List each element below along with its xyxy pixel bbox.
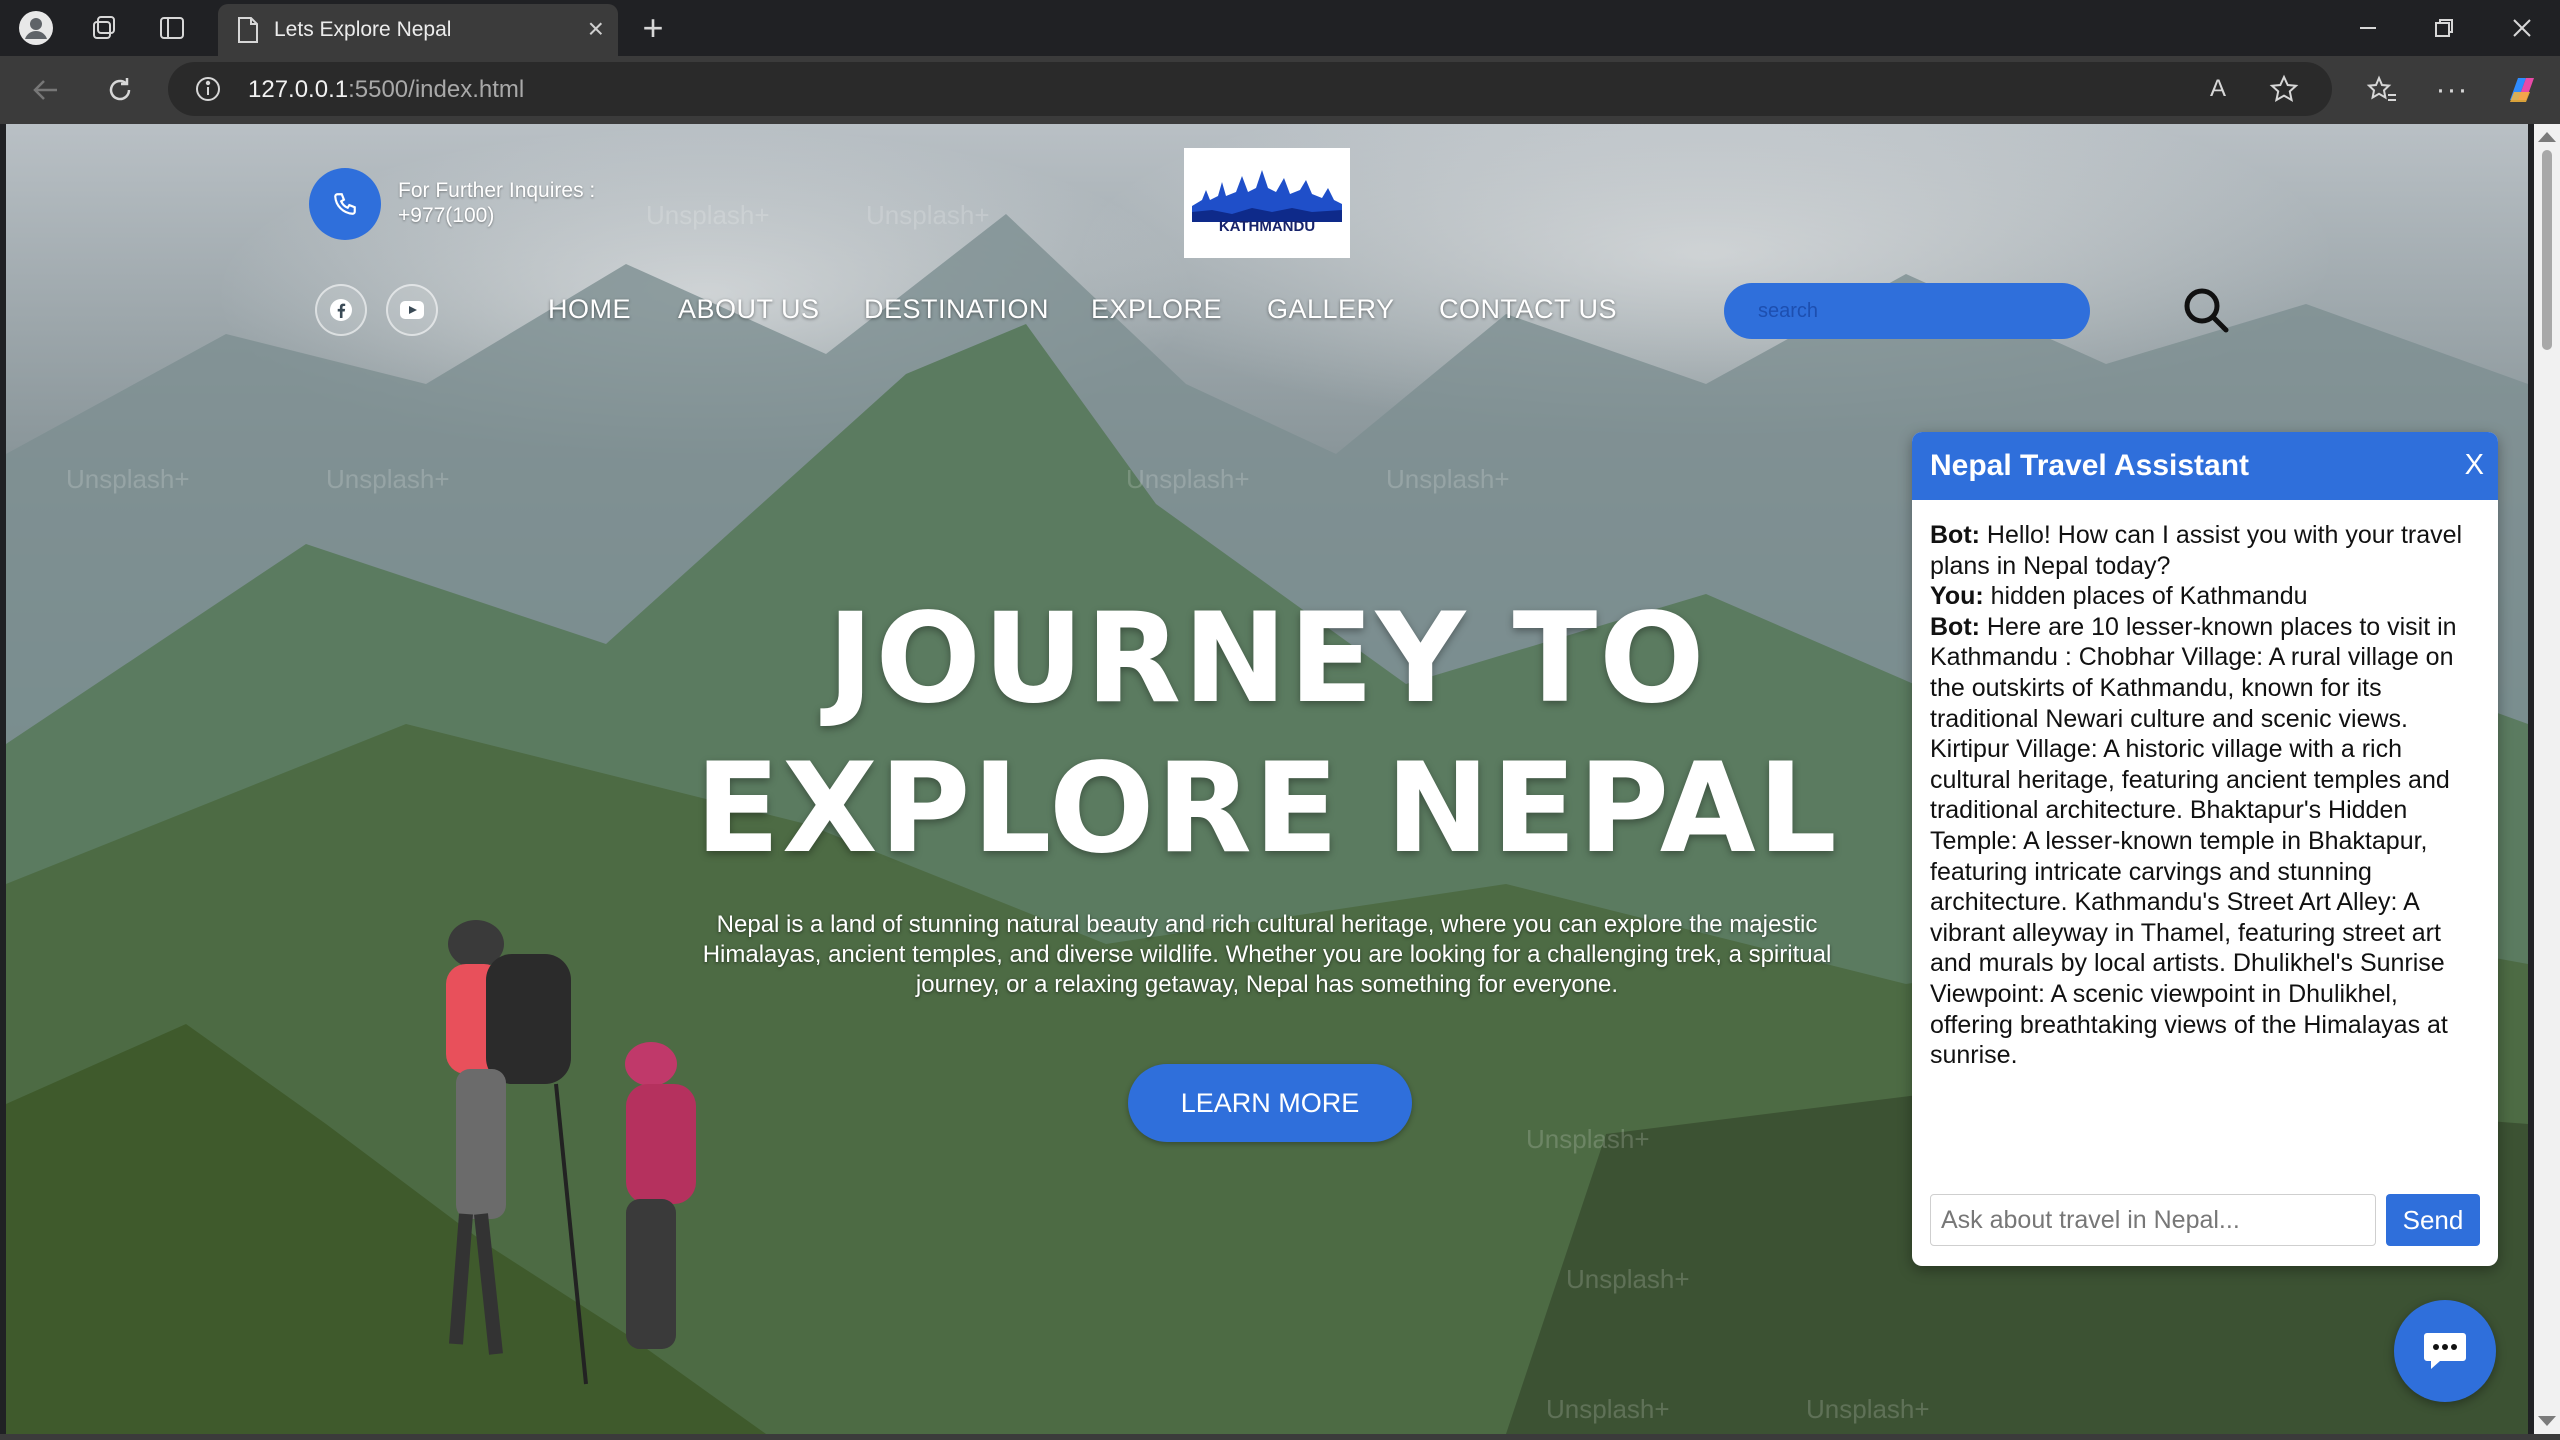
nav-destination[interactable]: DESTINATION	[864, 294, 1049, 325]
youtube-button[interactable]	[386, 284, 438, 336]
favorites-icon[interactable]	[2360, 72, 2404, 108]
restore-icon[interactable]	[2420, 10, 2468, 46]
browser-tab-bar: Lets Explore Nepal × +	[0, 0, 2560, 56]
chat-close-button[interactable]: X	[2465, 449, 2484, 482]
chat-message: Bot: Here are 10 lesser-known places to …	[1930, 612, 2480, 1071]
scroll-up-arrow-icon[interactable]	[2538, 132, 2556, 142]
profile-icon[interactable]	[14, 10, 58, 46]
phone-icon	[334, 193, 356, 215]
chat-header: Nepal Travel Assistant X	[1912, 432, 2498, 500]
chat-messages: Bot: Hello! How can I assist you with yo…	[1930, 520, 2480, 1071]
url-path: :5500/index.html	[348, 76, 525, 103]
window-bottom-edge	[0, 1434, 2560, 1440]
vertical-tabs-icon[interactable]	[150, 10, 194, 46]
scrollbar-thumb[interactable]	[2542, 150, 2552, 350]
site-info-icon[interactable]	[194, 75, 222, 103]
scroll-down-arrow-icon[interactable]	[2538, 1416, 2556, 1426]
chat-message: You: hidden places of Kathmandu	[1930, 581, 2480, 612]
message-text: hidden places of Kathmandu	[1983, 582, 2308, 611]
chat-bubble-icon	[2424, 1333, 2466, 1369]
page-scrollbar[interactable]	[2534, 124, 2560, 1440]
watermark: Unsplash+	[1526, 1124, 1650, 1154]
reload-icon[interactable]	[98, 72, 142, 108]
chat-title: Nepal Travel Assistant	[1930, 449, 2250, 482]
message-sender: You:	[1930, 582, 1984, 611]
phone-number: +977(100)	[398, 204, 495, 227]
back-icon[interactable]	[24, 72, 68, 108]
new-tab-icon[interactable]: +	[630, 7, 676, 48]
browser-toolbar: 127.0.0.1:5500/index.html A ···	[0, 56, 2560, 124]
chat-widget: Nepal Travel Assistant X Bot: Hello! How…	[1912, 432, 2498, 1266]
nav-explore[interactable]: EXPLORE	[1091, 294, 1222, 325]
chat-toggle-button[interactable]	[2394, 1300, 2496, 1402]
active-tab[interactable]: Lets Explore Nepal ×	[218, 4, 618, 56]
message-text: Here are 10 lesser-known places to visit…	[1930, 612, 2457, 1070]
watermark: Unsplash+	[326, 464, 450, 494]
watermark: Unsplash+	[646, 200, 770, 230]
phone-button[interactable]	[309, 168, 381, 240]
url-text[interactable]: 127.0.0.1:5500/index.html	[248, 76, 524, 104]
minimize-icon[interactable]	[2344, 10, 2392, 46]
page-viewport: Unsplash+ Unsplash+ Unsplash+ Unsplash+ …	[6, 124, 2528, 1434]
more-options-icon[interactable]: ···	[2430, 72, 2474, 108]
watermark: Unsplash+	[1806, 1394, 1930, 1424]
hero-description: Nepal is a land of stunning natural beau…	[702, 911, 1832, 998]
chat-input[interactable]	[1930, 1194, 2376, 1246]
watermark: Unsplash+	[1126, 464, 1250, 494]
message-sender: Bot:	[1930, 612, 1980, 641]
copilot-icon[interactable]	[2500, 70, 2544, 110]
watermark: Unsplash+	[1546, 1394, 1670, 1424]
search-input[interactable]	[1724, 283, 2090, 339]
close-window-icon[interactable]	[2498, 10, 2546, 46]
address-bar[interactable]: 127.0.0.1:5500/index.html A	[168, 62, 2332, 116]
kathmandu-skyline-icon	[1192, 170, 1342, 222]
message-sender: Bot:	[1930, 521, 1980, 549]
url-host: 127.0.0.1	[248, 76, 349, 103]
watermark: Unsplash+	[866, 200, 990, 230]
chat-message: Bot: Hello! How can I assist you with yo…	[1930, 520, 2480, 581]
favorite-star-icon[interactable]	[2266, 71, 2302, 107]
inquiry-info: For Further Inquires : +977(100)	[398, 178, 595, 228]
youtube-icon	[400, 301, 424, 319]
workspaces-icon[interactable]	[82, 10, 126, 46]
watermark: Unsplash+	[66, 464, 190, 494]
facebook-icon	[330, 299, 352, 321]
watermark: Unsplash+	[1566, 1264, 1690, 1294]
nav-home[interactable]: HOME	[548, 294, 631, 325]
nav-about-us[interactable]: ABOUT US	[678, 294, 820, 325]
message-text: Hello! How can I assist you with your tr…	[1930, 521, 2463, 580]
logo-text: KATHMANDU	[1218, 218, 1316, 235]
close-tab-icon[interactable]: ×	[588, 14, 604, 44]
read-aloud-icon[interactable]: A	[2200, 71, 2236, 107]
site-logo[interactable]: KATHMANDU	[1184, 148, 1350, 258]
tab-title: Lets Explore Nepal	[274, 18, 452, 41]
inquiry-label: For Further Inquires :	[398, 179, 596, 202]
nav-contact-us[interactable]: CONTACT US	[1439, 294, 1617, 325]
watermark: Unsplash+	[1386, 464, 1510, 494]
page-icon	[238, 17, 258, 43]
nav-gallery[interactable]: GALLERY	[1267, 294, 1395, 325]
send-button[interactable]: Send	[2386, 1194, 2480, 1246]
facebook-button[interactable]	[315, 284, 367, 336]
learn-more-button[interactable]: LEARN MORE	[1128, 1064, 1412, 1142]
search-icon[interactable]	[2180, 284, 2232, 336]
